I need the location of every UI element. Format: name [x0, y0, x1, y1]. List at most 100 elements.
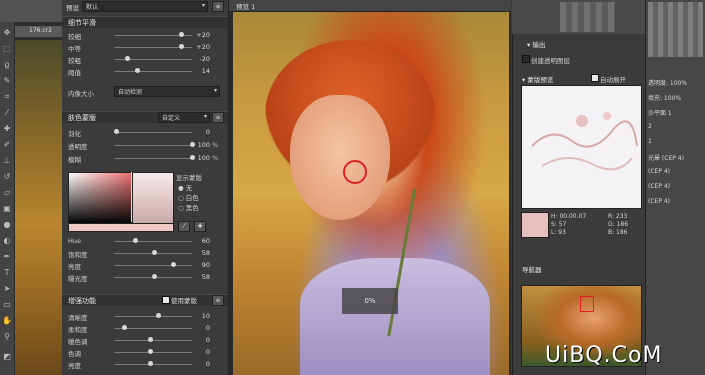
slider-track[interactable] — [114, 132, 192, 133]
slider-track[interactable] — [114, 158, 192, 159]
dodge-tool-icon[interactable]: ◐ — [2, 236, 12, 246]
gradient-tool-icon[interactable]: ▣ — [2, 204, 12, 214]
heal-tool-icon[interactable]: ✚ — [2, 124, 12, 134]
slider-knob[interactable] — [152, 250, 157, 255]
color-picker-marker[interactable] — [131, 172, 132, 222]
pen-tool-icon[interactable]: ✒ — [2, 252, 12, 262]
use-mask-checkbox[interactable] — [162, 296, 170, 304]
path-select-tool-icon[interactable]: ➤ — [2, 284, 12, 294]
eyedropper-plus-icon[interactable]: ✚ — [194, 221, 206, 232]
color-swatches-icon[interactable]: ◩ — [2, 352, 12, 362]
ps-document-tab[interactable]: 176.cr2 — [15, 26, 62, 37]
slider-knob[interactable] — [148, 337, 154, 342]
slider-value[interactable]: 90 — [194, 261, 210, 269]
ps-document-canvas[interactable] — [15, 40, 62, 375]
slider-knob[interactable] — [121, 325, 127, 330]
layer-row[interactable]: 填充: 100% — [648, 93, 704, 107]
slider-value[interactable]: 100 — [194, 141, 210, 149]
layer-row[interactable]: 透明度: 100% — [648, 78, 704, 92]
blur-tool-icon[interactable]: ● — [2, 220, 12, 230]
navigator-view-rect[interactable] — [580, 296, 594, 312]
shape-tool-icon[interactable]: ▭ — [2, 300, 12, 310]
presets-label: 预设 — [66, 4, 79, 12]
skin-mode-dropdown[interactable]: 自定义 ▾ — [158, 112, 210, 123]
layer-row[interactable]: 沙平面 1 — [648, 108, 704, 122]
slider-value[interactable]: 58 — [194, 273, 210, 281]
auto-expand-checkbox[interactable] — [591, 74, 599, 82]
slider-value[interactable]: 60 — [194, 237, 210, 245]
slider-label: 羽化 — [68, 130, 81, 138]
slider-value[interactable]: -20 — [194, 55, 210, 63]
slider-knob[interactable] — [155, 313, 161, 318]
slider-knob[interactable] — [133, 238, 138, 243]
slider-track[interactable] — [114, 241, 192, 242]
slider-track[interactable] — [114, 71, 192, 72]
size-dropdown[interactable]: 自动检测 ▾ — [114, 86, 220, 97]
slider-track[interactable] — [114, 352, 192, 353]
slider-track[interactable] — [114, 316, 192, 317]
layer-row[interactable]: 2 — [648, 123, 704, 137]
radio-label: 无 — [185, 184, 193, 192]
radio-white[interactable]: ○ 白色 — [178, 192, 199, 202]
slider-knob[interactable] — [148, 349, 154, 354]
move-tool-icon[interactable]: ✥ — [2, 28, 12, 38]
marquee-tool-icon[interactable]: ⬚ — [2, 44, 12, 54]
lasso-tool-icon[interactable]: ϱ — [2, 60, 12, 70]
slider-value[interactable]: 0 — [194, 336, 210, 344]
type-tool-icon[interactable]: T — [2, 268, 12, 278]
info-g: G: 186 — [608, 221, 629, 228]
section-detail-smoothing[interactable]: 细节平滑 — [62, 16, 228, 28]
slider-track[interactable] — [114, 364, 192, 365]
layer-row[interactable]: (CEP 4) — [648, 168, 704, 182]
slider-value[interactable]: +20 — [194, 31, 210, 39]
stamp-tool-icon[interactable]: ⊥ — [2, 156, 12, 166]
hand-tool-icon[interactable]: ✋ — [2, 316, 12, 326]
slider-knob[interactable] — [125, 56, 131, 61]
slider-knob[interactable] — [178, 44, 184, 49]
layer-row[interactable]: (CEP 4) — [648, 183, 704, 197]
eraser-tool-icon[interactable]: ▱ — [2, 188, 12, 198]
slider-unit: % — [212, 154, 219, 162]
slider-knob[interactable] — [178, 32, 184, 37]
history-brush-tool-icon[interactable]: ↺ — [2, 172, 12, 182]
slider-value[interactable]: 0 — [194, 360, 210, 368]
layer-row[interactable]: 光晕 (CEP 4) — [648, 153, 704, 167]
quick-select-tool-icon[interactable]: ✎ — [2, 76, 12, 86]
section-title: 肤色蒙版 — [68, 114, 96, 122]
crop-tool-icon[interactable]: ⌗ — [2, 92, 12, 102]
slider-value[interactable]: 14 — [194, 67, 210, 75]
zoom-tool-icon[interactable]: ⚲ — [2, 332, 12, 342]
slider-value[interactable]: 100 — [194, 154, 210, 162]
preset-menu-button[interactable]: ≡ — [212, 1, 224, 12]
slider-value[interactable]: 0 — [194, 348, 210, 356]
radio-label: 黑色 — [185, 204, 199, 212]
layer-row[interactable]: 1 — [648, 138, 704, 152]
selected-color-swatch[interactable] — [68, 223, 174, 232]
slider-track[interactable] — [114, 265, 192, 266]
section-enhance[interactable]: 增强功能 — [62, 294, 228, 306]
slider-knob[interactable] — [152, 274, 157, 279]
preview-tab[interactable]: 预览 1 — [236, 1, 255, 11]
slider-knob[interactable] — [135, 68, 141, 73]
slider-value[interactable]: 58 — [194, 249, 210, 257]
radio-black[interactable]: ○ 黑色 — [178, 202, 199, 212]
slider-value[interactable]: +20 — [194, 43, 210, 51]
preset-dropdown[interactable]: 默认 ▾ — [82, 1, 208, 12]
slider-value[interactable]: 10 — [194, 312, 210, 320]
create-layer-checkbox[interactable] — [522, 55, 530, 63]
skin-mask-menu-button[interactable]: ≡ — [212, 112, 224, 123]
slider-label: 模糊 — [68, 156, 81, 164]
slider-knob[interactable] — [114, 129, 119, 134]
slider-track[interactable] — [114, 145, 192, 146]
slider-track[interactable] — [114, 340, 192, 341]
slider-value[interactable]: 0 — [194, 128, 210, 136]
slider-knob[interactable] — [171, 262, 176, 267]
slider-value[interactable]: 0 — [194, 324, 210, 332]
slider-knob[interactable] — [148, 361, 154, 366]
radio-none[interactable]: ● 无 — [178, 182, 192, 192]
enhance-menu-button[interactable]: ≡ — [212, 295, 224, 306]
eyedropper-tool-icon[interactable]: ⁄ — [2, 108, 12, 118]
layer-row[interactable]: (CEP 4) — [648, 198, 704, 212]
eyedropper-icon[interactable]: ⁄ — [178, 221, 190, 232]
brush-tool-icon[interactable]: ✐ — [2, 140, 12, 150]
